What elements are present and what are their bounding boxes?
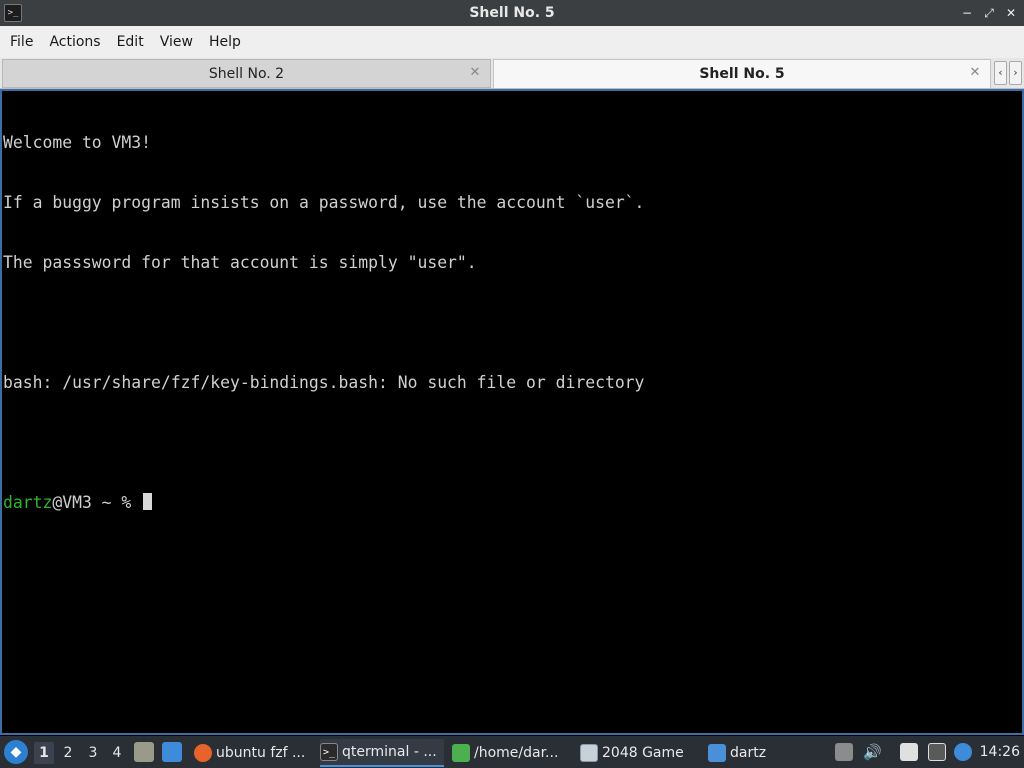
menu-edit[interactable]: Edit <box>109 26 152 58</box>
clipboard-icon[interactable] <box>835 743 853 761</box>
prompt-host: @VM3 ~ % <box>52 493 142 512</box>
folder-icon <box>708 744 726 762</box>
task-label: /home/dar... <box>474 745 559 761</box>
close-icon[interactable]: ✕ <box>468 66 482 80</box>
prompt-line: dartz@VM3 ~ % <box>3 493 644 513</box>
desktop-3-button[interactable]: 3 <box>83 742 103 764</box>
update-notifier-icon[interactable] <box>954 743 972 761</box>
notes-icon[interactable] <box>900 743 918 761</box>
clock[interactable]: 14:26 <box>980 736 1020 768</box>
window-title: Shell No. 5 <box>469 5 555 21</box>
tab-scroll-left-button[interactable]: ‹ <box>994 61 1007 85</box>
task-label: ubuntu fzf ... <box>216 745 306 761</box>
tab-label: Shell No. 2 <box>208 65 285 82</box>
tab-label: Shell No. 5 <box>699 66 785 82</box>
menu-view[interactable]: View <box>152 26 201 58</box>
menu-help[interactable]: Help <box>201 26 249 58</box>
menu-actions[interactable]: Actions <box>41 26 108 58</box>
title-bar: >_ Shell No. 5 − ⤢ ✕ <box>0 0 1024 26</box>
task-text-editor[interactable]: /home/dar... <box>452 739 570 767</box>
terminal-line: bash: /usr/share/fzf/key-bindings.bash: … <box>3 373 645 392</box>
prompt-user: dartz <box>3 493 53 512</box>
restore-button[interactable]: ⤢ <box>982 6 996 20</box>
volume-icon[interactable]: 🔊 <box>863 743 882 761</box>
close-button[interactable]: ✕ <box>1004 6 1018 20</box>
terminal-view[interactable]: Welcome to VM3! If a buggy program insis… <box>0 89 1024 735</box>
close-icon[interactable]: ✕ <box>968 66 982 80</box>
task-label: qterminal - ... <box>342 744 437 760</box>
menu-file[interactable]: File <box>2 26 41 58</box>
terminal-line: The passsword for that account is simply… <box>3 253 477 272</box>
terminal-line: Welcome to VM3! <box>3 133 152 152</box>
tab-shell-5[interactable]: Shell No. 5 ✕ <box>493 59 991 88</box>
file-manager-icon[interactable] <box>134 742 154 762</box>
task-qterminal[interactable]: >_ qterminal - ... <box>320 739 444 767</box>
show-desktop-icon[interactable] <box>162 742 182 762</box>
window-icon <box>580 744 598 762</box>
taskbar: ◆ 1 2 3 4 ubuntu fzf ... >_ qterminal - … <box>0 736 1024 768</box>
task-firefox[interactable]: ubuntu fzf ... <box>194 739 314 767</box>
terminal-icon: >_ <box>320 743 338 761</box>
tab-bar: Shell No. 2 ✕ Shell No. 5 ✕ ‹ › <box>0 58 1024 89</box>
text-editor-icon <box>452 744 470 762</box>
task-2048-game[interactable]: 2048 Game <box>580 739 700 767</box>
task-file-manager[interactable]: dartz <box>708 739 788 767</box>
desktop-2-button[interactable]: 2 <box>58 742 78 764</box>
window-controls: − ⤢ ✕ <box>960 0 1018 26</box>
task-label: 2048 Game <box>602 745 684 761</box>
start-menu-icon[interactable]: ◆ <box>4 740 28 764</box>
text-cursor <box>143 493 153 510</box>
terminal-output: Welcome to VM3! If a buggy program insis… <box>3 93 644 553</box>
task-label: dartz <box>730 745 767 761</box>
network-icon[interactable] <box>928 743 946 761</box>
firefox-icon <box>194 744 212 762</box>
tab-scroll-right-button[interactable]: › <box>1009 61 1022 85</box>
desktop-1-button[interactable]: 1 <box>34 742 54 764</box>
terminal-line: If a buggy program insists on a password… <box>3 193 645 212</box>
tab-shell-2[interactable]: Shell No. 2 ✕ <box>2 59 491 88</box>
minimize-button[interactable]: − <box>960 6 974 20</box>
desktop-4-button[interactable]: 4 <box>107 742 127 764</box>
menu-bar: File Actions Edit View Help <box>0 26 1024 58</box>
